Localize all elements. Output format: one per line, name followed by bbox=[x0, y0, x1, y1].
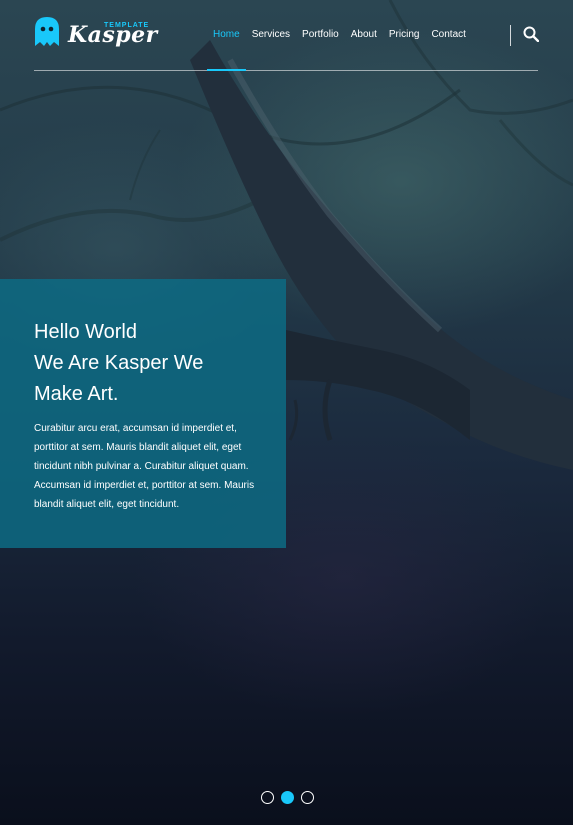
logo[interactable]: TEMPLATE Kasper bbox=[34, 16, 157, 52]
hero-text-box: Hello World We Are Kasper We Make Art. C… bbox=[0, 279, 286, 548]
nav-contact[interactable]: Contact bbox=[425, 0, 471, 70]
slider-bullet-1[interactable] bbox=[261, 791, 274, 804]
nav-services[interactable]: Services bbox=[246, 0, 296, 70]
logo-text: Kasper bbox=[68, 22, 158, 48]
nav-divider bbox=[510, 25, 511, 46]
nav-home[interactable]: Home bbox=[207, 0, 246, 71]
slider-bullet-2[interactable] bbox=[281, 791, 294, 804]
site-header: TEMPLATE Kasper Home Services Portfolio … bbox=[34, 0, 539, 71]
main-nav: Home Services Portfolio About Pricing Co… bbox=[207, 0, 472, 71]
headline-line: We Are Kasper We bbox=[34, 352, 204, 374]
headline-line: Make Art. bbox=[34, 383, 119, 405]
slider-bullets bbox=[261, 791, 314, 804]
nav-about[interactable]: About bbox=[345, 0, 383, 70]
hero-paragraph: Curabitur arcu erat, accumsan id imperdi… bbox=[34, 423, 255, 510]
nav-portfolio[interactable]: Portfolio bbox=[296, 0, 345, 70]
slider-bullet-3[interactable] bbox=[301, 791, 314, 804]
hero-headline: Hello World We Are Kasper We Make Art. bbox=[34, 317, 264, 410]
headline-line: Hello World bbox=[34, 321, 137, 343]
nav-pricing[interactable]: Pricing bbox=[383, 0, 426, 70]
search-icon[interactable] bbox=[523, 26, 539, 42]
ghost-icon bbox=[35, 17, 59, 46]
